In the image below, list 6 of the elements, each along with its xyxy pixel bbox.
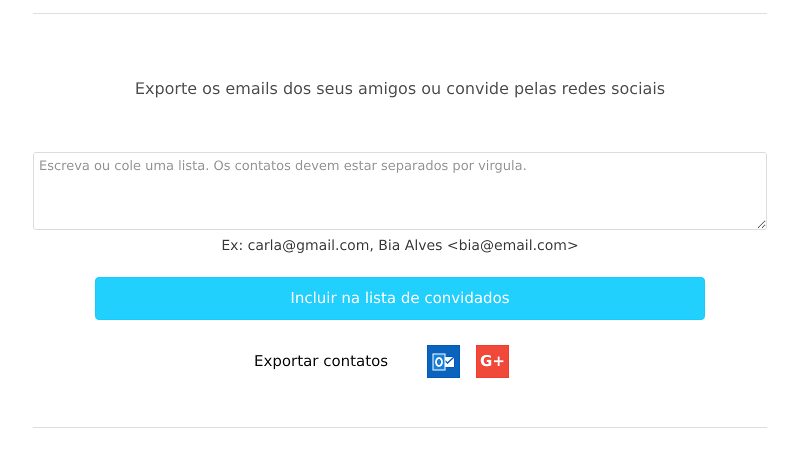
example-text: Ex: carla@gmail.com, Bia Alves <bia@email.com> [220, 237, 580, 256]
contact-list-field[interactable]: Escreva ou cole uma lista. Os contatos devem estar separados por virgula. [33, 152, 767, 230]
export-contacts-label: Exportar contatos [254, 351, 390, 372]
heading: Exporte os emails dos seus amigos ou convide pelas redes sociais [134, 78, 666, 100]
mail-app-icon[interactable] [427, 345, 460, 378]
google-plus-button[interactable]: G+ [476, 345, 509, 378]
